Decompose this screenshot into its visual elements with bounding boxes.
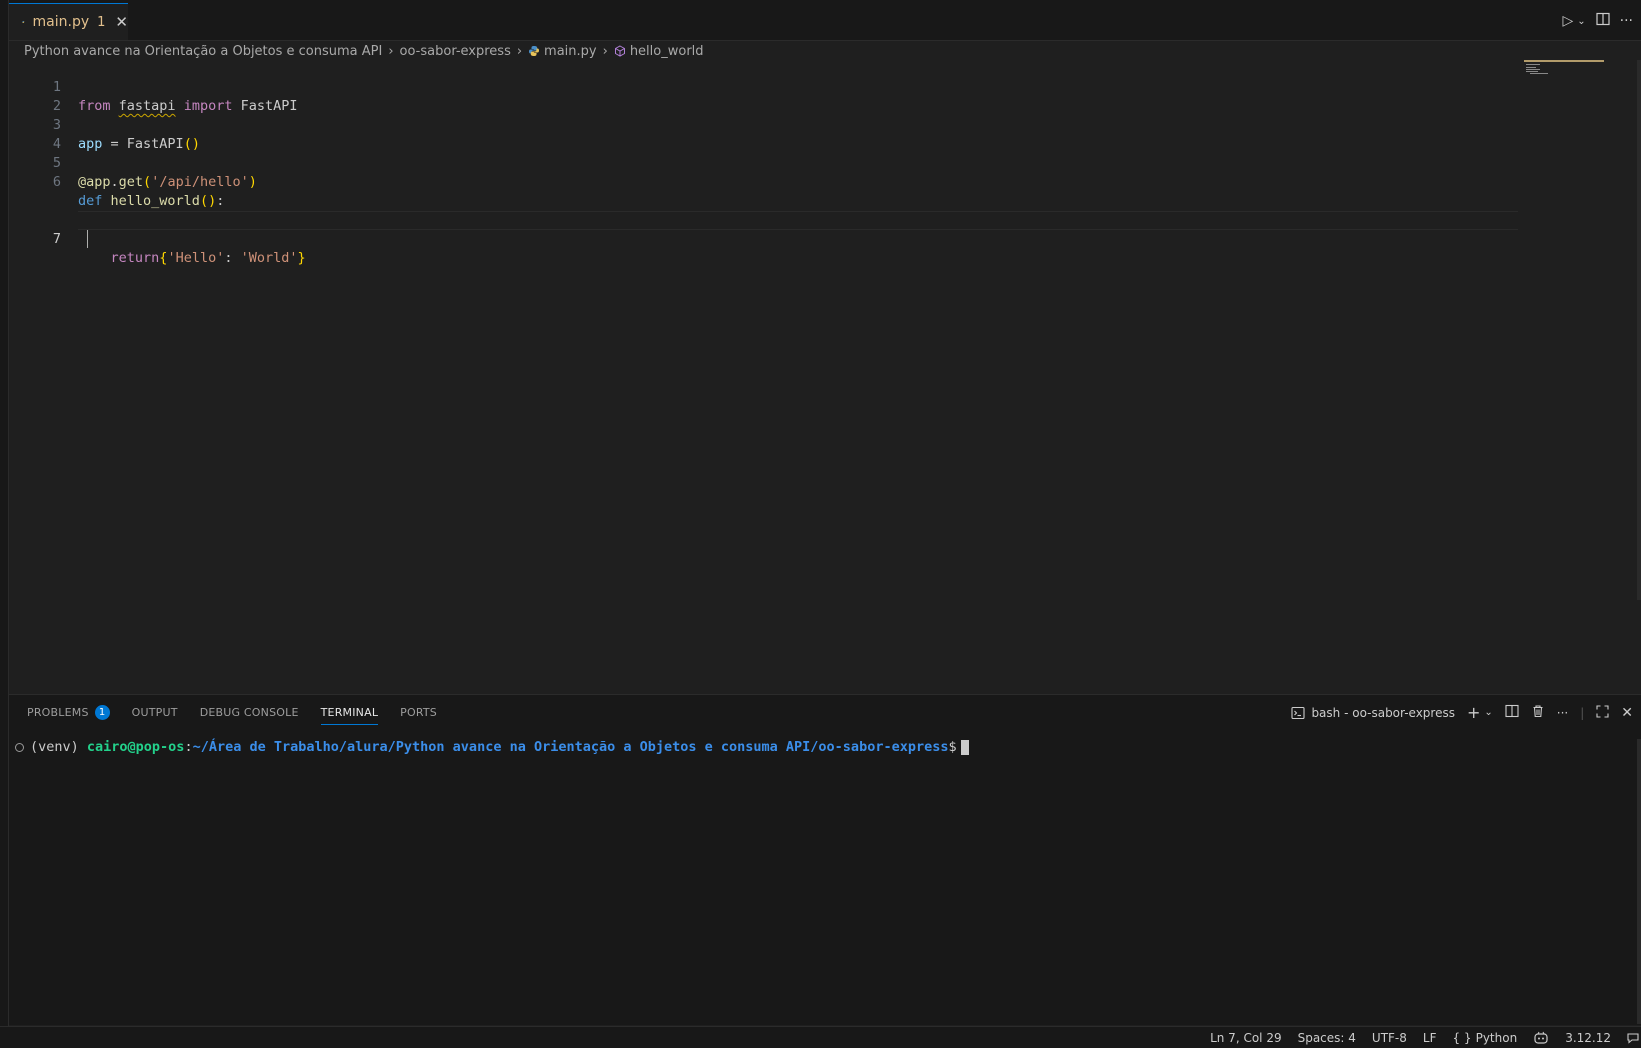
code-line: 5 @app.get('/api/hello') <box>9 135 1517 190</box>
code-line-current: 7 return{'Hello': 'World'} <box>9 173 1518 266</box>
breadcrumb-folder[interactable]: Python avance na Orientação a Objetos e … <box>24 44 382 59</box>
tab-output[interactable]: OUTPUT <box>132 695 178 729</box>
cursor-position[interactable]: Ln 7, Col 29 <box>1210 1031 1282 1045</box>
code-line: 1 from fastapi import FastAPI <box>9 59 1517 114</box>
more-actions-icon[interactable]: ··· <box>1557 706 1568 720</box>
code-line: 6 def hello_world(): <box>9 154 1517 209</box>
chevron-down-icon[interactable]: ⌄ <box>1484 707 1492 718</box>
trash-icon[interactable] <box>1531 704 1545 721</box>
terminal-selector[interactable]: bash - oo-sabor-express <box>1291 706 1455 720</box>
terminal-user-host: cairo@pop-os <box>86 739 185 755</box>
chevron-right-icon: › <box>388 43 394 59</box>
tab-ports[interactable]: PORTS <box>400 695 437 729</box>
breadcrumb-symbol[interactable]: hello_world <box>630 44 704 59</box>
terminal-venv: (venv) <box>30 739 87 755</box>
terminal-scrollbar[interactable] <box>1637 739 1641 1024</box>
current-line-highlight <box>78 211 1518 230</box>
bottom-panel: PROBLEMS 1 OUTPUT DEBUG CONSOLE TERMINAL… <box>9 694 1641 1025</box>
tab-problem-count: 1 <box>97 14 106 30</box>
end-of-line[interactable]: LF <box>1423 1031 1437 1045</box>
command-status-icon <box>15 742 24 752</box>
terminal-path: ~/Área de Trabalho/alura/Python avance n… <box>192 739 949 755</box>
code-text: def hello_world(): <box>78 193 225 209</box>
code-line: 4 <box>9 116 1517 152</box>
breadcrumb-subfolder[interactable]: oo-sabor-express <box>400 44 511 59</box>
braces-icon: { } <box>1452 1030 1472 1045</box>
notifications-icon[interactable] <box>1627 1032 1639 1044</box>
editor-scrollbar[interactable] <box>1637 60 1641 600</box>
split-terminal-icon[interactable] <box>1505 704 1519 721</box>
problems-badge: 1 <box>94 704 110 720</box>
tab-terminal[interactable]: TERMINAL <box>320 695 379 729</box>
breadcrumb-file[interactable]: main.py <box>544 44 597 59</box>
terminal-prompt: $ <box>948 739 957 755</box>
code-line: 2 <box>9 78 1517 114</box>
line-number: 7 <box>52 231 61 247</box>
editor-tab-bar: main.py 1 ✕ ▷ ⌄ ··· <box>9 0 1641 41</box>
maximize-panel-icon[interactable] <box>1596 704 1609 721</box>
terminal-icon <box>1291 706 1305 719</box>
language-mode[interactable]: { } Python <box>1452 1031 1517 1045</box>
close-icon[interactable]: ✕ <box>115 13 128 31</box>
chevron-right-icon: › <box>602 43 608 59</box>
terminal-name: bash - oo-sabor-express <box>1311 705 1455 720</box>
code-line: 3 app = FastAPI() <box>9 97 1517 152</box>
python-file-icon <box>529 46 540 56</box>
activity-strip <box>0 0 9 1047</box>
more-actions-icon[interactable]: ··· <box>1620 13 1633 29</box>
status-bar: Ln 7, Col 29 Spaces: 4 UTF-8 LF { } Pyth… <box>0 1026 1641 1048</box>
tab-main-py[interactable]: main.py 1 ✕ <box>9 3 128 40</box>
tab-debug-console[interactable]: DEBUG CONSOLE <box>200 695 299 729</box>
run-icon[interactable]: ▷ <box>1562 13 1573 29</box>
code-text: return{'Hello': 'World'} <box>110 250 306 266</box>
tab-filename: main.py <box>32 14 90 30</box>
encoding[interactable]: UTF-8 <box>1372 1031 1407 1045</box>
python-file-icon <box>22 20 25 24</box>
chevron-down-icon[interactable]: ⌄ <box>1577 16 1585 27</box>
copilot-icon[interactable] <box>1533 1031 1549 1045</box>
split-editor-icon[interactable] <box>1596 12 1610 30</box>
code-editor[interactable]: 1 from fastapi import FastAPI 2 3 app = … <box>9 59 1518 689</box>
terminal-output[interactable]: (venv) cairo@pop-os:~/Área de Trabalho/a… <box>15 739 969 755</box>
close-icon[interactable]: ✕ <box>1621 705 1633 721</box>
terminal-cursor <box>960 739 969 755</box>
add-terminal-icon[interactable]: + <box>1467 703 1480 722</box>
minimap[interactable] <box>1524 60 1604 80</box>
terminal-colon: : <box>184 739 193 755</box>
tab-problems[interactable]: PROBLEMS 1 <box>27 695 110 729</box>
python-version[interactable]: 3.12.12 <box>1565 1031 1611 1045</box>
panel-tabs: PROBLEMS 1 OUTPUT DEBUG CONSOLE TERMINAL… <box>27 695 437 729</box>
chevron-right-icon: › <box>516 43 523 59</box>
editor-actions: ▷ ⌄ ··· <box>1562 12 1633 30</box>
symbol-method-icon <box>614 45 625 57</box>
indentation[interactable]: Spaces: 4 <box>1298 1031 1356 1045</box>
text-cursor <box>87 230 88 248</box>
divider: | <box>1580 705 1585 720</box>
panel-actions: bash - oo-sabor-express + ⌄ ··· | ✕ <box>1291 703 1633 722</box>
